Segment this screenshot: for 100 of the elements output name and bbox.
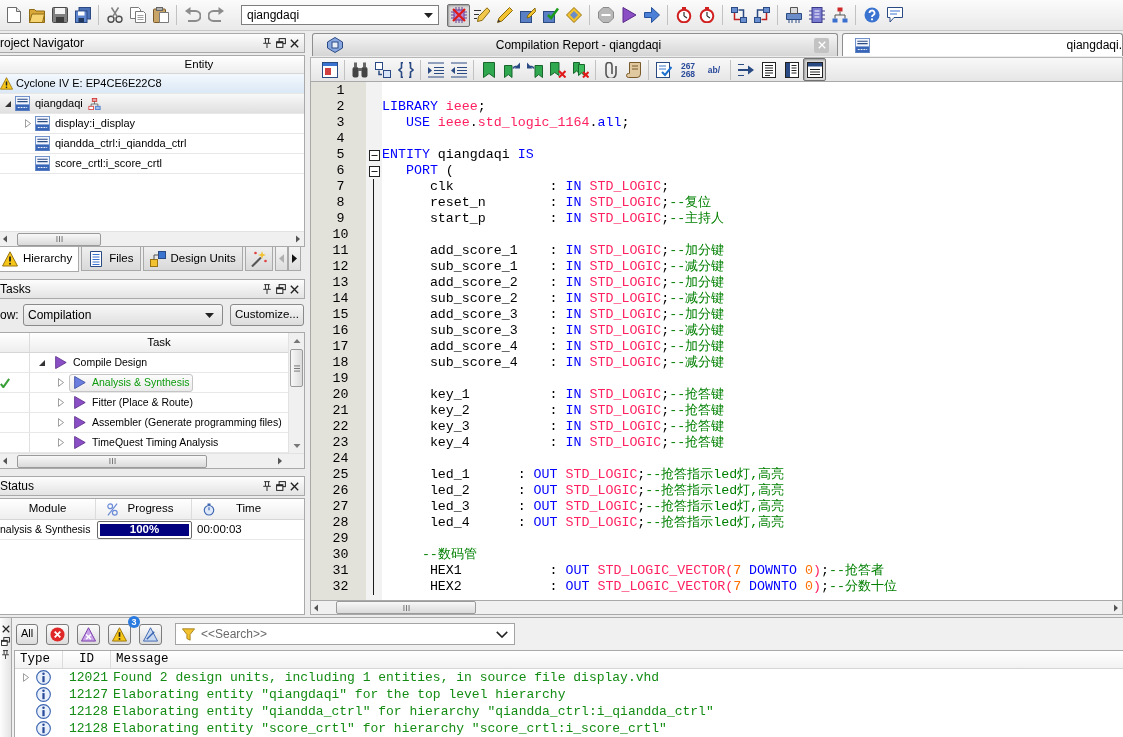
- all-button[interactable]: All: [16, 623, 38, 645]
- arrow-right-icon: [291, 254, 297, 263]
- tree-item[interactable]: Cyclone IV E: EP4CE6E22C8: [0, 74, 304, 94]
- wand-icon: [250, 250, 267, 267]
- pencil-icon: [496, 7, 513, 23]
- close-icon[interactable]: [1, 625, 10, 633]
- panel-tab[interactable]: Files: [81, 247, 141, 271]
- expander-icon[interactable]: [39, 359, 45, 366]
- toolbar-button[interactable]: [803, 58, 826, 81]
- arrow-left-icon[interactable]: [3, 457, 7, 465]
- grip-icon: [55, 236, 63, 242]
- column-header[interactable]: Entity: [94, 56, 304, 73]
- grip-icon: [108, 458, 116, 464]
- code-line: reset_n : IN STD_LOGIC;--复位: [429, 195, 712, 211]
- vertical-scrollbar[interactable]: [288, 333, 304, 453]
- scrollbar-thumb[interactable]: [290, 349, 303, 387]
- toolbar-button[interactable]: ab/: [701, 58, 727, 81]
- pin-icon[interactable]: [262, 284, 272, 294]
- close-icon[interactable]: [290, 481, 299, 491]
- panel-tab[interactable]: Design Units: [142, 247, 243, 271]
- tree-item[interactable]: score_crtl:i_score_crtl: [0, 154, 304, 174]
- horizontal-scrollbar[interactable]: [310, 600, 1123, 615]
- task-item[interactable]: Compile Design: [50, 353, 152, 372]
- arrow-right-icon[interactable]: [1114, 603, 1118, 612]
- folder-icon: [28, 7, 45, 23]
- arrow-down-icon[interactable]: [292, 444, 301, 448]
- filter-button[interactable]: [139, 623, 162, 645]
- line-number: 12: [332, 259, 349, 274]
- float-window-icon[interactable]: [1, 637, 10, 646]
- pencil-lines-icon: [473, 7, 490, 23]
- bookmark-icon: [480, 61, 497, 78]
- arrow-right-icon[interactable]: [296, 235, 300, 243]
- filter-button[interactable]: [108, 623, 131, 645]
- chip-icon: [808, 7, 825, 23]
- collapse-icon[interactable]: [368, 149, 380, 161]
- arrow-left-icon[interactable]: [3, 235, 7, 243]
- column-header[interactable]: Message: [111, 651, 1123, 668]
- float-window-icon[interactable]: [276, 284, 286, 294]
- line-number: 28: [332, 515, 349, 530]
- line-number: 23: [332, 435, 349, 450]
- arrow-left-icon[interactable]: [314, 603, 318, 612]
- pin-icon[interactable]: [262, 481, 272, 491]
- expander-icon[interactable]: [4, 100, 11, 107]
- paperclip-icon: [602, 61, 619, 78]
- customize-button[interactable]: Customize...: [230, 304, 304, 326]
- save-all-icon: [74, 7, 91, 23]
- bookmark-next-icon: [503, 61, 520, 78]
- pin-icon[interactable]: [262, 38, 272, 48]
- editor-tab[interactable]: qiangdaqi.: [842, 33, 1123, 56]
- arrow-up-icon[interactable]: [292, 339, 301, 343]
- line-number: 5: [336, 147, 345, 162]
- column-header[interactable]: Type: [15, 651, 63, 668]
- tree-item[interactable]: display:i_display: [0, 114, 304, 134]
- pin-icon[interactable]: [1, 650, 10, 659]
- flow-dropdown[interactable]: Compilation: [23, 304, 223, 326]
- filter-button[interactable]: [46, 623, 69, 645]
- editor-tab[interactable]: Compilation Report - qiangdaqi: [312, 33, 838, 56]
- arrow-right-icon[interactable]: [278, 457, 282, 465]
- play-icon: [73, 436, 86, 449]
- float-window-icon[interactable]: [276, 38, 286, 48]
- column-header[interactable]: ID: [63, 651, 111, 668]
- panel-tab[interactable]: Hierarchy: [0, 247, 80, 272]
- page-icon: [806, 61, 823, 78]
- tree-item[interactable]: qiangdaqi: [0, 94, 304, 114]
- column-header[interactable]: Task: [30, 333, 288, 352]
- task-item[interactable]: Assembler (Generate programming files): [69, 413, 286, 432]
- copy-icon: [129, 7, 146, 23]
- warning-icon: [2, 251, 18, 267]
- task-item[interactable]: Fitter (Place & Route): [69, 393, 197, 412]
- progress-reading: 100%: [129, 523, 160, 536]
- project-dropdown[interactable]: qiangdaqi: [241, 5, 439, 25]
- error-icon: [50, 626, 65, 642]
- panel-tab[interactable]: [244, 247, 273, 271]
- search-combo[interactable]: <<Search>>: [175, 623, 515, 645]
- scrollbar-thumb[interactable]: [336, 601, 476, 614]
- column-header[interactable]: Module: [0, 499, 96, 519]
- toolbar-button[interactable]: 267 268: [675, 58, 701, 81]
- collapse-icon[interactable]: [368, 165, 380, 177]
- close-icon[interactable]: [290, 284, 299, 294]
- task-item[interactable]: TimeQuest Timing Analysis: [69, 433, 223, 452]
- filter-button[interactable]: [77, 623, 100, 645]
- code-line: key_4 : IN STD_LOGIC;--抢答键: [429, 435, 725, 451]
- scrollbar-thumb[interactable]: [17, 454, 207, 468]
- float-window-icon[interactable]: [276, 481, 286, 491]
- blocks-icon: [149, 250, 166, 267]
- bookmark-previous-icon: [526, 61, 543, 78]
- code-line: key_1 : IN STD_LOGIC;--抢答键: [429, 387, 725, 403]
- close-icon[interactable]: [290, 38, 299, 48]
- scrollbar-thumb[interactable]: [17, 232, 101, 246]
- chevron-down-icon[interactable]: [496, 630, 508, 638]
- flow-label: ow:: [0, 307, 20, 323]
- tree-item[interactable]: qiandda_ctrl:i_qiandda_ctrl: [0, 134, 304, 154]
- column-header[interactable]: Progress: [96, 499, 192, 519]
- search-input[interactable]: <<Search>>: [201, 626, 490, 642]
- message-text: Elaborating entity "qiandda_ctrl" for hierarchy "qiandda_ctrl:i_qiandda_ctrl": [112, 703, 714, 720]
- stop-sign-icon: [597, 7, 614, 23]
- column-header[interactable]: Time: [192, 499, 304, 519]
- module-name: nalysis & Synthesis: [0, 523, 91, 536]
- speech-bubble-icon: [886, 7, 903, 23]
- code-line: HEX1 : OUT STD_LOGIC_VECTOR(7 DOWNTO 0);--抢答者: [429, 563, 884, 579]
